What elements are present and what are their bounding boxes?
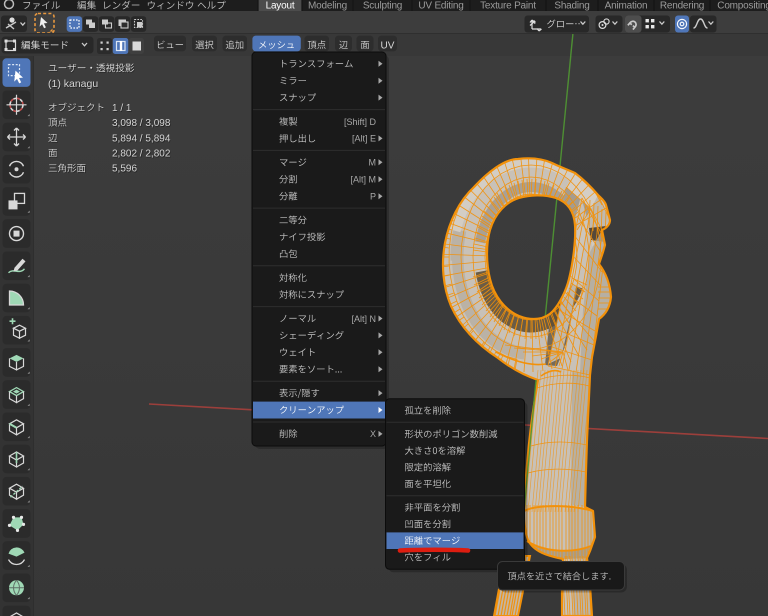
svg-text:Rendering: Rendering [660, 1, 704, 12]
svg-text:UV Editing: UV Editing [418, 1, 463, 12]
svg-text:Modeling: Modeling [308, 1, 347, 12]
svg-text:[Shift] D: [Shift] D [344, 117, 377, 127]
svg-text:2,802 / 2,802: 2,802 / 2,802 [112, 148, 171, 159]
svg-text:3,098 / 3,098: 3,098 / 3,098 [112, 118, 171, 129]
svg-text:5,894 / 5,894: 5,894 / 5,894 [112, 133, 171, 144]
svg-text:M: M [369, 158, 377, 168]
svg-text:[Alt] M: [Alt] M [350, 174, 376, 184]
svg-text:1 / 1: 1 / 1 [112, 103, 132, 114]
svg-text:5,596: 5,596 [112, 164, 137, 175]
svg-text:UV: UV [381, 40, 395, 51]
svg-text:[Alt] N: [Alt] N [351, 314, 376, 324]
svg-text:Shading: Shading [554, 1, 589, 12]
svg-text:Texture Paint: Texture Paint [480, 1, 536, 12]
svg-text:Compositing: Compositing [717, 1, 768, 12]
svg-text:[Alt] E: [Alt] E [352, 134, 376, 144]
svg-text:Sculpting: Sculpting [363, 1, 402, 12]
svg-text:(1) kanagu: (1) kanagu [48, 78, 98, 90]
svg-text:X: X [370, 429, 376, 439]
svg-text:Animation: Animation [605, 1, 648, 12]
svg-text:Layout: Layout [266, 1, 295, 12]
svg-text:P: P [370, 191, 376, 201]
